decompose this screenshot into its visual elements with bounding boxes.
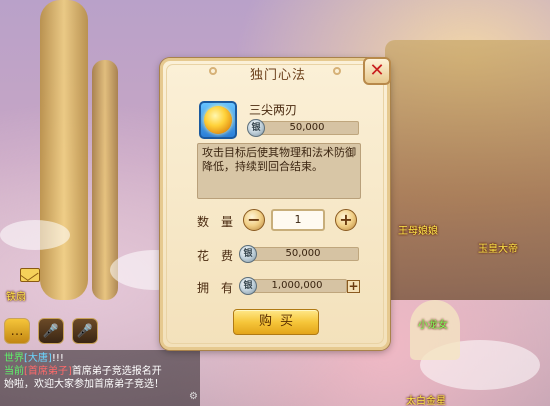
quantity-input[interactable]: 1 <box>271 209 325 231</box>
silver-coin-icon: 银 <box>239 277 257 295</box>
chat-line: 世界[大唐]!!! <box>4 352 196 365</box>
dialog-title: 独门心法 <box>249 67 306 83</box>
npc-label[interactable]: 铁扇 <box>6 288 26 303</box>
chat-channel: 当前 <box>4 366 24 377</box>
npc-label[interactable]: 小龙女 <box>418 316 448 331</box>
dialog-title-bar: 独门心法 <box>203 63 353 83</box>
cost-label: 花 费 <box>197 249 234 263</box>
silver-coin-icon: 银 <box>239 245 257 263</box>
chat-toolbar: … 🎤 🎤 <box>0 318 168 346</box>
npc-label[interactable]: 太白金星 <box>406 392 446 406</box>
skill-orb-icon <box>204 106 232 134</box>
decrease-button[interactable]: − <box>243 209 265 231</box>
chat-line: 始啦，欢迎大家参加首席弟子竞选！ <box>4 378 196 391</box>
chat-line: 当前[首席弟子]首席弟子竞选报名开 <box>4 365 196 378</box>
add-currency-button[interactable]: + <box>347 280 360 293</box>
background-cloud <box>0 220 70 250</box>
close-icon: ✕ <box>369 60 385 81</box>
skill-description: 攻击目标后使其物理和法术防御降低，持续到回合结束。 <box>197 143 361 199</box>
chat-text: 始啦，欢迎大家参加首席弟子竞选！ <box>4 379 164 390</box>
npc-label[interactable]: 玉皇大帝 <box>478 240 518 255</box>
cost-bar: 50,000 <box>247 247 359 261</box>
chat-settings-icon[interactable]: ⚙ <box>189 390 198 403</box>
buy-button[interactable]: 购买 <box>233 309 319 335</box>
cost-value: 50,000 <box>285 248 321 259</box>
skill-price-bar: 50,000 <box>255 121 359 135</box>
microphone-icon[interactable]: 🎤 <box>72 318 98 344</box>
background-temple <box>385 40 550 300</box>
chat-highlight[interactable]: [首席弟子] <box>24 366 72 377</box>
chat-channel: 世界 <box>4 353 24 364</box>
owned-label: 拥 有 <box>197 281 234 295</box>
npc-label[interactable]: 王母娘娘 <box>398 222 438 237</box>
background-pillar <box>40 0 88 300</box>
skill-purchase-dialog: 独门心法 ✕ 三尖两刃 50,000 银 攻击目标后使其物理和法术防御降低，持续… <box>160 57 391 350</box>
skill-name: 三尖两刃 <box>249 103 298 117</box>
chat-panel[interactable]: 世界[大唐]!!! 当前[首席弟子]首席弟子竞选报名开 始啦，欢迎大家参加首席弟… <box>0 350 200 406</box>
silver-coin-icon: 银 <box>247 119 265 137</box>
chat-sender[interactable]: [大唐] <box>24 353 52 364</box>
chat-bubble-icon[interactable]: … <box>4 318 30 344</box>
chat-text: 首席弟子竞选报名开 <box>71 366 162 377</box>
skill-price: 50,000 <box>289 122 325 133</box>
quantity-label: 数 量 <box>197 215 234 229</box>
microphone-icon[interactable]: 🎤 <box>38 318 64 344</box>
title-ornament-icon <box>333 67 341 75</box>
owned-bar: 1,000,000 <box>247 279 347 293</box>
close-button[interactable]: ✕ <box>363 57 391 85</box>
skill-icon[interactable] <box>199 101 237 139</box>
mail-icon[interactable] <box>20 268 40 282</box>
owned-value: 1,000,000 <box>271 280 323 291</box>
chat-text: !!! <box>51 353 64 364</box>
increase-button[interactable]: + <box>335 209 357 231</box>
